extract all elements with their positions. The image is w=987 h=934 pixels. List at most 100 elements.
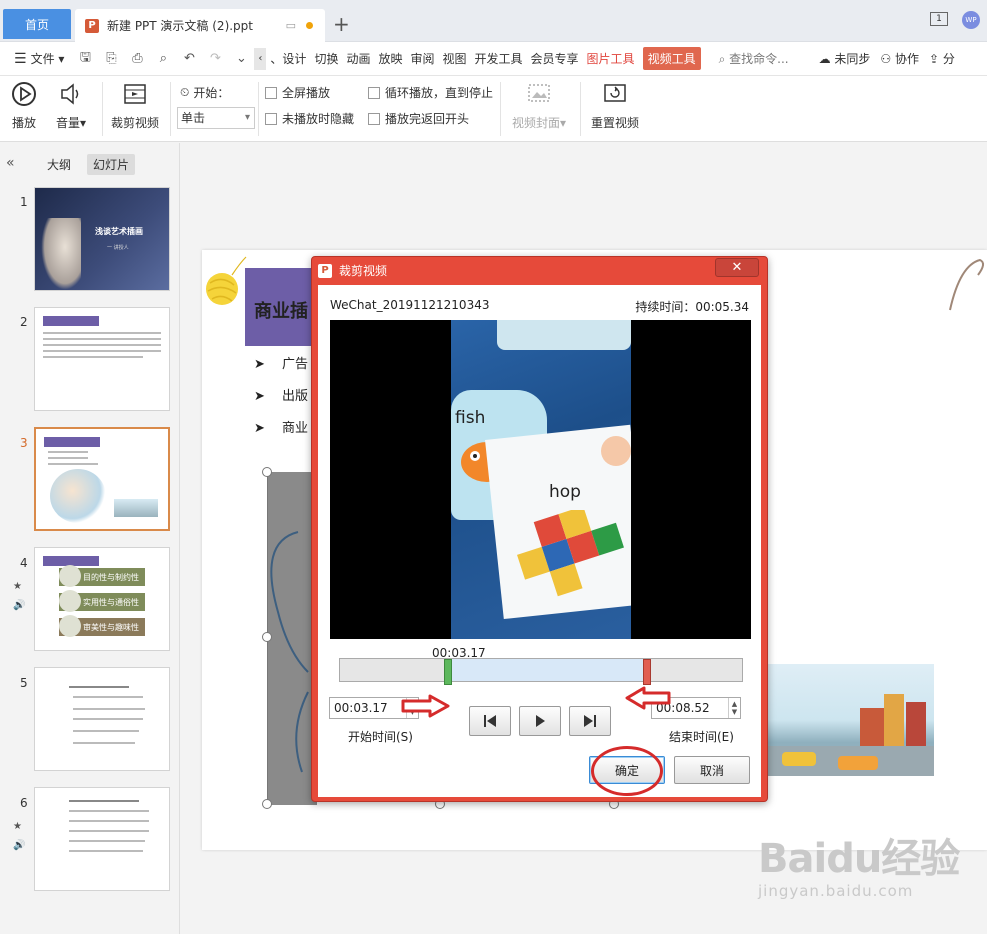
next-frame-button[interactable] bbox=[569, 706, 611, 736]
save-icon[interactable]: 🖫 bbox=[77, 50, 93, 67]
video-preview[interactable]: fish hop bbox=[330, 320, 751, 639]
home-tab[interactable]: 首页 bbox=[3, 9, 71, 39]
menu-view[interactable]: 视图 bbox=[443, 50, 467, 67]
thumb-text-line bbox=[69, 686, 129, 688]
tab-slides[interactable]: 幻灯片 bbox=[87, 154, 136, 175]
thumb-text-line bbox=[43, 350, 161, 352]
volume-button[interactable]: 音量▾ bbox=[56, 80, 86, 131]
menu-design[interactable]: 、设计 bbox=[270, 50, 306, 67]
thumb-text-line bbox=[73, 696, 143, 698]
dialog-close-button[interactable]: ✕ bbox=[715, 258, 759, 277]
fullscreen-checkbox[interactable]: 全屏播放 bbox=[265, 84, 330, 101]
ribbon-divider bbox=[102, 82, 103, 136]
slide-thumbnail-6[interactable] bbox=[34, 787, 170, 891]
fish-text: fish bbox=[455, 408, 486, 428]
end-time-spinner[interactable]: ▲ ▼ bbox=[728, 698, 740, 718]
video-cover-button[interactable]: 视频封面▾ bbox=[512, 80, 566, 131]
slide-bullet[interactable]: ➤ 广告 bbox=[254, 353, 308, 372]
dialog-titlebar[interactable]: P 裁剪视频 bbox=[312, 257, 767, 284]
collaborate-button[interactable]: ⚇ 协作 bbox=[880, 50, 919, 67]
previous-frame-button[interactable] bbox=[469, 706, 511, 736]
new-tab-plus-icon[interactable]: + bbox=[333, 12, 350, 36]
fullscreen-checkbox-box[interactable] bbox=[265, 86, 277, 99]
collapse-panel-icon[interactable]: « bbox=[6, 155, 15, 171]
hopscotch-drawing bbox=[517, 510, 624, 597]
loop-checkbox[interactable]: 循环播放，直到停止 bbox=[368, 84, 493, 101]
undo-icon[interactable]: ↶ bbox=[181, 51, 197, 67]
thumb-text-line bbox=[73, 742, 135, 744]
command-search[interactable]: ⌕ 查找命令... bbox=[719, 50, 789, 67]
slide-thumbnail-4[interactable]: 目的性与制约性 实用性与通俗性 审美性与趣味性 bbox=[34, 547, 170, 651]
menu-animation[interactable]: 动画 bbox=[346, 50, 370, 67]
end-trim-handle[interactable] bbox=[643, 659, 651, 685]
slide-thumbnail-3[interactable] bbox=[34, 427, 170, 531]
title-bar: 首页 P 新建 PPT 演示文稿 (2).ppt ▭ + 1 WP bbox=[0, 0, 987, 42]
window-layout-icon[interactable]: 1 bbox=[930, 12, 948, 26]
start-select[interactable]: 单击 bbox=[177, 107, 255, 129]
slide-number: 5 bbox=[20, 676, 28, 690]
document-tab[interactable]: P 新建 PPT 演示文稿 (2).ppt ▭ bbox=[75, 9, 325, 42]
house-shape bbox=[906, 702, 926, 748]
scroll-left-icon[interactable]: ‹ bbox=[254, 47, 267, 70]
card-shape bbox=[497, 320, 631, 350]
slide-thumbnail-5[interactable] bbox=[34, 667, 170, 771]
previous-frame-icon bbox=[484, 715, 496, 727]
tab-outline[interactable]: 大纲 bbox=[41, 154, 77, 175]
monitor-icon: ▭ bbox=[285, 19, 296, 32]
slide-video-object[interactable] bbox=[267, 472, 317, 805]
menu-review[interactable]: 审阅 bbox=[410, 50, 434, 67]
left-arrow-annotation bbox=[625, 686, 671, 710]
cancel-button[interactable]: 取消 bbox=[674, 756, 750, 784]
menu-slideshow[interactable]: 放映 bbox=[378, 50, 402, 67]
start-trim-handle[interactable] bbox=[444, 659, 452, 685]
menu-transition[interactable]: 切换 bbox=[314, 50, 338, 67]
film-trim-icon bbox=[121, 80, 149, 108]
reset-video-button[interactable]: 重置视频 bbox=[591, 80, 639, 131]
resize-handle[interactable] bbox=[262, 799, 272, 809]
thumb-text-line bbox=[73, 730, 139, 732]
format-painter-icon[interactable]: ⎘ bbox=[103, 51, 119, 67]
slide-thumbnail-2[interactable] bbox=[34, 307, 170, 411]
hamburger-menu-icon[interactable]: ☰ bbox=[14, 51, 27, 67]
sync-status[interactable]: ☁ 未同步 bbox=[819, 50, 871, 67]
resize-handle[interactable] bbox=[262, 632, 272, 642]
command-search-placeholder: 查找命令... bbox=[729, 52, 789, 66]
trim-selection bbox=[448, 659, 647, 681]
print-icon[interactable]: ⎙ bbox=[129, 51, 145, 67]
resize-handle[interactable] bbox=[262, 467, 272, 477]
print-preview-icon[interactable]: ⌕ bbox=[155, 51, 171, 67]
slide-title[interactable]: 商业插 bbox=[254, 297, 308, 323]
play-preview-button[interactable] bbox=[519, 706, 561, 736]
menu-developer[interactable]: 开发工具 bbox=[475, 50, 523, 67]
slide-bullet[interactable]: ➤ 出版 bbox=[254, 385, 308, 404]
dialog-app-icon: P bbox=[318, 263, 332, 278]
user-avatar[interactable]: WP bbox=[962, 11, 980, 29]
menu-member[interactable]: 会员专享 bbox=[531, 50, 579, 67]
hide-checkbox-box[interactable] bbox=[265, 112, 277, 125]
trim-video-label: 裁剪视频 bbox=[111, 116, 160, 130]
menu-video-tools[interactable]: 视频工具 bbox=[642, 47, 701, 70]
menu-picture-tools[interactable]: 图片工具 bbox=[587, 50, 635, 67]
slide-bullet[interactable]: ➤ 商业 bbox=[254, 417, 308, 436]
kids-image bbox=[50, 469, 106, 523]
slide-thumbnail-1[interactable]: 浅谈艺术插画 一 讲授人 bbox=[34, 187, 170, 291]
file-menu[interactable]: 文件 ▾ bbox=[31, 50, 65, 67]
trim-video-button[interactable]: 裁剪视频 bbox=[111, 80, 159, 131]
more-chevron-icon[interactable]: ⌄ bbox=[233, 51, 249, 67]
ppt-file-icon: P bbox=[85, 18, 99, 33]
hide-when-not-playing-checkbox[interactable]: 未播放时隐藏 bbox=[265, 110, 354, 127]
animation-star-icon: ★ bbox=[13, 581, 22, 592]
redo-icon[interactable]: ↷ bbox=[207, 51, 223, 67]
ribbon-divider bbox=[170, 82, 171, 136]
loop-checkbox-box[interactable] bbox=[368, 86, 380, 99]
trim-timeline[interactable] bbox=[339, 658, 743, 685]
play-button[interactable]: 播放 bbox=[10, 80, 38, 131]
ribbon-divider bbox=[258, 82, 259, 136]
share-button[interactable]: ⇪ 分 bbox=[929, 50, 955, 67]
slide-number: 1 bbox=[20, 195, 28, 209]
rewind-checkbox[interactable]: 播放完返回开头 bbox=[368, 110, 469, 127]
cover-image-icon bbox=[525, 80, 553, 108]
rewind-checkbox-box[interactable] bbox=[368, 112, 380, 125]
thumb-text-line bbox=[43, 356, 143, 358]
thumb-text-line bbox=[69, 810, 149, 812]
